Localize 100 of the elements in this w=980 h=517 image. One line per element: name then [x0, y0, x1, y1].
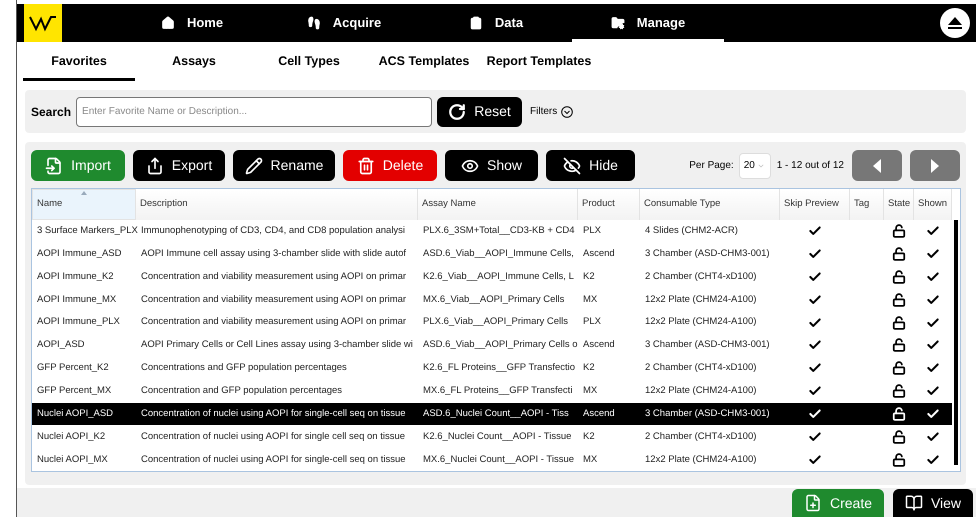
column-header[interactable]: Description: [136, 189, 418, 220]
table-cell-text: 2 Chamber (CHT4-xD100): [644, 270, 758, 284]
table-cell-text: K2.6_Nuclei Count__AOPI - Tissue: [422, 430, 572, 444]
chevron-circle-icon: [561, 106, 574, 118]
folder-gear-icon: [610, 16, 625, 30]
table-cell-text: ASD.6_Nuclei Count__AOPI - Tiss: [422, 406, 570, 421]
table-cell-text: MX.6_Nuclei Count__AOPI - Tissue: [422, 452, 576, 467]
table-row[interactable]: AOPI Immune_PLX Concentration and viability measurement using AOPI on primar PLX.6_Viab__AOPI_Primary Cells PLX 12x2 Plate (CHM24-A100): [32, 311, 952, 334]
nav-tab[interactable]: Data: [420, 4, 572, 42]
column-header[interactable]: Assay Name: [418, 189, 578, 220]
table-cell-text: Nuclei AOPI_K2: [36, 430, 106, 444]
table-cell-text: 2 Chamber (CHT4-xD100): [644, 430, 758, 444]
open-lock-icon[interactable]: [892, 224, 906, 238]
open-lock-icon[interactable]: [892, 361, 906, 376]
open-lock-icon[interactable]: [892, 316, 906, 330]
table-row[interactable]: Nuclei AOPI_K2 Concentration of nuclei using AOPI for single cell seq on tissue K2.6_Nuclei Count__AOPI - Tissue K2 2 Chamber (CHT4-xD100): [32, 425, 952, 448]
trash-icon: [356, 156, 375, 174]
table-cell-text: AOPI Primary Cells or Cell Lines assay using 3-chamber slide wi: [140, 338, 414, 352]
table-cell-text: Concentration of nuclei using AOPI for single-cell seq on tissue: [140, 406, 407, 421]
table-cell-text: K2: [582, 430, 596, 444]
table-cell-text: Concentrations and GFP population percentages: [140, 361, 348, 376]
eject-icon: [947, 16, 963, 30]
table-cell-text: PLX: [582, 224, 602, 238]
column-header[interactable]: Shown: [914, 189, 952, 220]
table-row[interactable]: AOPI Immune_K2 Concentration and viability measurement using AOPI on primar K2.6_Viab__AOPI_Immune Cells, L K2 2 Chamber (CHT4-xD100): [32, 265, 952, 288]
per-page-dropdown[interactable]: 20: [738, 152, 771, 178]
open-lock-icon[interactable]: [892, 247, 906, 262]
footer-button[interactable]: Create: [792, 489, 884, 517]
open-lock-icon[interactable]: [892, 452, 906, 467]
app-logo[interactable]: [24, 4, 62, 42]
table-cell-text: 4 Slides (CHM2-ACR): [644, 224, 739, 238]
nav-tab[interactable]: Acquire: [268, 4, 420, 42]
table-cell-text: Concentration and viability measurement using AOPI on primar: [140, 270, 408, 284]
nav-tab[interactable]: Home: [116, 4, 268, 42]
column-header[interactable]: Consumable Type: [640, 189, 780, 220]
table-row[interactable]: Nuclei AOPI_ASD Concentration of nuclei using AOPI for single-cell seq on tissue ASD.6_Nuclei Count__AOPI - Tiss Ascend 3 Chamber (ASD-CHM3-001): [32, 402, 952, 426]
open-lock-icon[interactable]: [892, 384, 906, 398]
table-cell-text: MX: [582, 384, 598, 398]
table-cell-text: K2.6_Viab__AOPI_Immune Cells, L: [422, 270, 575, 284]
open-lock-icon[interactable]: [892, 270, 906, 284]
table-cell-text: AOPI Immune_K2: [36, 270, 115, 284]
scrollbar[interactable]: [954, 220, 958, 465]
toolbar-button[interactable]: Rename: [233, 150, 335, 181]
toolbar-button[interactable]: Show: [445, 150, 538, 181]
filters-toggle[interactable]: Filters: [530, 104, 574, 119]
nav-tab[interactable]: Manage: [572, 4, 724, 42]
column-header[interactable]: Name: [32, 189, 136, 220]
tab[interactable]: ACS Templates: [368, 45, 480, 81]
eject-button[interactable]: [940, 8, 970, 38]
toolbar-button[interactable]: Hide: [546, 150, 635, 181]
table-cell-text: AOPI Immune_PLX: [36, 315, 121, 330]
tab[interactable]: Assays: [138, 45, 250, 81]
column-header[interactable]: Skip Preview: [780, 189, 850, 220]
open-lock-icon[interactable]: [892, 338, 906, 352]
table-cell-text: 12x2 Plate (CHM24-A100): [644, 315, 758, 330]
file-plus-icon: [804, 494, 822, 512]
table-cell-text: ASD.6_Viab__AOPI_Immune Cells,: [422, 246, 575, 261]
column-header[interactable]: Tag: [850, 189, 884, 220]
eye-slash-icon: [563, 156, 582, 174]
table-row[interactable]: AOPI Immune_ASD AOPI Immune cell assay using 3-chamber slide with slide autof ASD.6_Viab__AOPI_Immune Cells, Ascend 3 Chamber (ASD-CHM3-001): [32, 242, 952, 266]
table-row[interactable]: GFP Percent_K2 Concentrations and GFP population percentages K2.6_FL Proteins__GFP Transfectio K2 2 Chamber (CHT4-xD100): [32, 356, 952, 380]
table-cell-text: 12x2 Plate (CHM24-A100): [644, 292, 758, 307]
table-row[interactable]: GFP Percent_MX Concentration and GFP population percentages MX.6_FL Proteins__GFP Transfecti MX 12x2 Plate (CHM24-A100): [32, 380, 952, 403]
open-lock-icon[interactable]: [892, 292, 906, 307]
table-cell-text: Nuclei AOPI_ASD: [36, 406, 114, 421]
table-row[interactable]: AOPI_ASD AOPI Primary Cells or Cell Lines assay using 3-chamber slide wi ASD.6_Viab__AOPI_Primary Cells o Ascend 3 Chamber (ASD-CHM3-001): [32, 334, 952, 357]
table-cell-text: Ascend: [582, 406, 616, 421]
table-cell-text: MX.6_Viab__AOPI_Primary Cells: [422, 292, 566, 307]
column-header[interactable]: Product: [578, 189, 640, 220]
table-cell-text: K2.6_FL Proteins__GFP Transfectio: [422, 361, 576, 376]
search-field[interactable]: Enter Favorite Name or Description...: [76, 96, 432, 126]
reset-button[interactable]: Reset: [437, 96, 522, 126]
table-cell-text: Nuclei AOPI_MX: [36, 452, 109, 467]
table-row[interactable]: 3 Surface Markers_PLX Immunophenotyping of CD3, CD4, and CD8 population analysi PLX.6_3SM+Total__CD3-KB + CD4 PLX 4 Slides (CHM2-ACR): [32, 220, 952, 243]
table-cell-text: 12x2 Plate (CHM24-A100): [644, 384, 758, 398]
table-cell-text: ASD.6_Viab__AOPI_Primary Cells o: [422, 338, 578, 352]
toolbar-button[interactable]: Export: [133, 150, 225, 181]
home-icon: [160, 16, 175, 30]
table-cell-text: Concentration and viability measurement using AOPI on primar: [140, 315, 408, 330]
table-cell-text: 3 Chamber (ASD-CHM3-001): [644, 246, 771, 261]
table-row[interactable]: AOPI Immune_MX Concentration and viability measurement using AOPI on primar MX.6_Viab__AOPI_Primary Cells MX 12x2 Plate (CHM24-A100): [32, 288, 952, 312]
table-row[interactable]: Nuclei AOPI_MX Concentration of nuclei using AOPI for single-cell seq on tissue MX.6_Nuclei Count__AOPI - Tissue MX 12x2 Plate (CHM24-A100): [32, 448, 952, 472]
table-cell-text: K2: [582, 361, 596, 376]
table-cell-text: PLX.6_3SM+Total__CD3-KB + CD4: [422, 224, 576, 238]
column-header[interactable]: State: [884, 189, 914, 220]
open-lock-icon[interactable]: [892, 430, 906, 444]
tab[interactable]: Report Templates: [483, 45, 595, 81]
table-cell-text: Concentration and GFP population percentages: [140, 384, 344, 398]
left-triangle-icon: [872, 158, 882, 172]
toolbar-button[interactable]: Import: [31, 150, 125, 181]
tab[interactable]: Favorites: [23, 45, 135, 81]
pencil-icon: [244, 156, 263, 174]
footer-button[interactable]: View: [893, 489, 973, 517]
table-cell-text: K2: [582, 270, 596, 284]
open-lock-icon[interactable]: [892, 406, 906, 421]
table-cell-text: MX.6_FL Proteins__GFP Transfecti: [422, 384, 574, 398]
search-label: Search: [31, 104, 72, 120]
tab[interactable]: Cell Types: [253, 45, 365, 81]
toolbar-button[interactable]: Delete: [343, 150, 437, 181]
book-icon: [904, 494, 923, 512]
